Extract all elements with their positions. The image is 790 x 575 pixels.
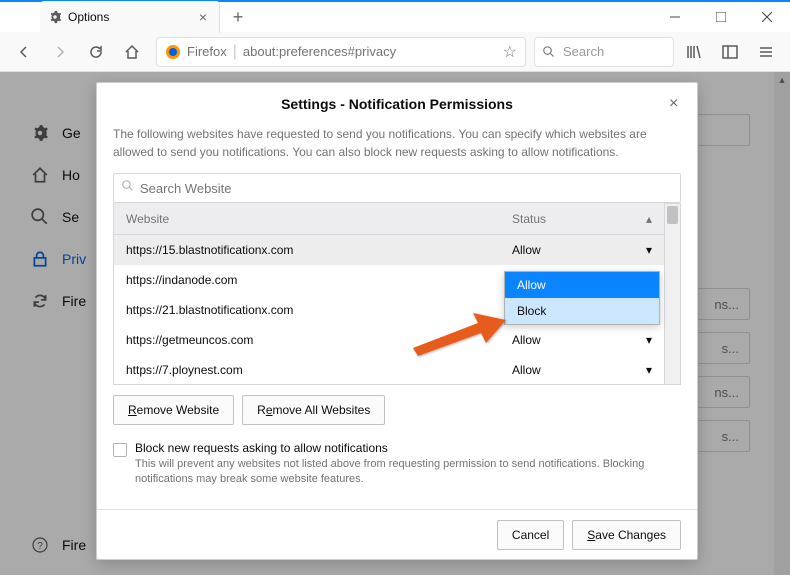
reload-button[interactable] bbox=[80, 36, 112, 68]
remove-all-websites-button[interactable]: Remove All Websites bbox=[242, 395, 385, 425]
dialog-body: The following websites have requested to… bbox=[97, 125, 697, 509]
remove-website-button[interactable]: Remove Website bbox=[113, 395, 234, 425]
dropdown-option-allow[interactable]: Allow bbox=[505, 272, 659, 298]
chevron-down-icon: ▾ bbox=[646, 333, 652, 347]
search-icon bbox=[122, 179, 134, 197]
bookmark-star-icon[interactable]: ☆ bbox=[503, 42, 517, 62]
firefox-icon bbox=[165, 44, 181, 60]
block-new-requests-row: Block new requests asking to allow notif… bbox=[113, 441, 681, 488]
block-new-requests-checkbox[interactable] bbox=[113, 443, 127, 457]
cancel-button[interactable]: Cancel bbox=[497, 520, 564, 550]
table-header: Website Status ▴ bbox=[113, 203, 665, 235]
chevron-down-icon: ▾ bbox=[646, 243, 652, 257]
website-cell: https://15.blastnotificationx.com bbox=[126, 243, 512, 257]
gear-icon bbox=[48, 10, 62, 24]
dialog-description: The following websites have requested to… bbox=[113, 125, 681, 161]
back-button[interactable] bbox=[8, 36, 40, 68]
dropdown-option-block[interactable]: Block bbox=[505, 298, 659, 324]
library-button[interactable] bbox=[678, 36, 710, 68]
website-cell: https://indanode.com bbox=[126, 273, 512, 287]
table-row[interactable]: https://15.blastnotificationx.com Allow … bbox=[113, 235, 665, 265]
column-status[interactable]: Status ▴ bbox=[512, 212, 652, 226]
sidebar-toggle-button[interactable] bbox=[714, 36, 746, 68]
action-row: Remove Website Remove All Websites bbox=[113, 395, 681, 425]
status-dropdown[interactable]: Allow ▾ bbox=[512, 363, 652, 377]
dialog-header: Settings - Notification Permissions × bbox=[97, 83, 697, 125]
save-changes-button[interactable]: Save Changes bbox=[572, 520, 681, 550]
table-row[interactable]: https://getmeuncos.com Allow ▾ bbox=[113, 325, 665, 355]
website-cell: https://7.ploynest.com bbox=[126, 363, 512, 377]
close-icon[interactable]: × bbox=[669, 95, 685, 111]
search-placeholder: Search bbox=[563, 44, 604, 59]
url-bar[interactable]: Firefox | about:preferences#privacy ☆ bbox=[156, 37, 526, 67]
window-controls bbox=[652, 1, 790, 33]
annotation-arrow-icon bbox=[408, 308, 508, 363]
sort-up-icon: ▴ bbox=[646, 212, 652, 226]
url-identity: Firefox bbox=[187, 44, 227, 59]
scroll-thumb[interactable] bbox=[667, 206, 678, 224]
table-scrollbar[interactable] bbox=[665, 203, 681, 385]
search-bar[interactable]: Search bbox=[534, 37, 674, 67]
column-website[interactable]: Website bbox=[126, 212, 512, 226]
table-row[interactable]: https://7.ploynest.com Allow ▾ bbox=[113, 355, 665, 385]
dialog-title: Settings - Notification Permissions bbox=[281, 96, 513, 112]
browser-tab[interactable]: Options × bbox=[40, 1, 220, 33]
checkbox-description: This will prevent any websites not liste… bbox=[135, 457, 681, 488]
status-dropdown-menu: Allow Block bbox=[504, 271, 660, 325]
dialog-footer: Cancel Save Changes bbox=[97, 509, 697, 559]
toolbar: Firefox | about:preferences#privacy ☆ Se… bbox=[0, 32, 790, 72]
checkbox-label: Block new requests asking to allow notif… bbox=[135, 441, 681, 455]
search-website-input[interactable] bbox=[140, 181, 672, 196]
search-icon bbox=[543, 45, 557, 59]
home-button[interactable] bbox=[116, 36, 148, 68]
tab-title: Options bbox=[68, 10, 195, 24]
maximize-button[interactable] bbox=[698, 1, 744, 33]
url-text: about:preferences#privacy bbox=[243, 44, 503, 59]
notification-permissions-dialog: Settings - Notification Permissions × Th… bbox=[96, 82, 698, 560]
permissions-table: Website Status ▴ https://15.blastnotific… bbox=[113, 203, 681, 385]
search-website-field[interactable] bbox=[113, 173, 681, 203]
minimize-button[interactable] bbox=[652, 1, 698, 33]
close-icon[interactable]: × bbox=[195, 9, 211, 25]
forward-button[interactable] bbox=[44, 36, 76, 68]
titlebar: Options × + bbox=[0, 0, 790, 32]
status-dropdown[interactable]: Allow ▾ bbox=[512, 333, 652, 347]
close-window-button[interactable] bbox=[744, 1, 790, 33]
menu-button[interactable] bbox=[750, 36, 782, 68]
new-tab-button[interactable]: + bbox=[224, 3, 252, 31]
chevron-down-icon: ▾ bbox=[646, 363, 652, 377]
status-dropdown[interactable]: Allow ▾ Allow Block bbox=[512, 243, 652, 257]
